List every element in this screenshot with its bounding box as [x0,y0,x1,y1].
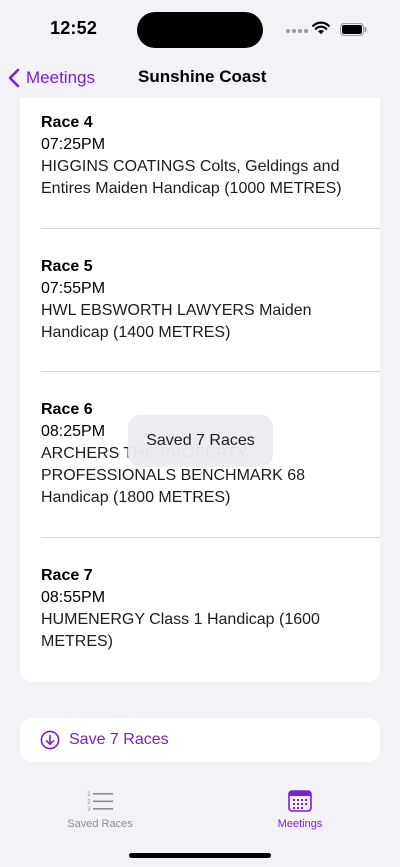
tab-meetings[interactable]: Meetings [250,790,350,830]
race-title: Race 7 [41,567,93,584]
svg-text:1: 1 [87,791,91,798]
race-name: HUMENERGY Class 1 Handicap (1600 METRES) [41,611,320,650]
race-name: HWL EBSWORTH LAWYERS Maiden Handicap (14… [41,302,312,341]
race-list: Race 4 07:25PM HIGGINS COATINGS Colts, G… [20,98,380,682]
race-list-item[interactable]: Race 7 08:55PM HUMENERGY Class 1 Handica… [41,565,380,653]
download-circle-icon [40,730,60,750]
status-time: 12:52 [50,18,98,38]
wifi-icon [312,21,330,35]
race-list-item[interactable]: Race 5 07:55PM HWL EBSWORTH LAWYERS Maid… [41,256,380,344]
divider [41,537,380,538]
save-races-label: Save 7 Races [69,731,169,748]
race-title: Race 5 [41,258,93,275]
chevron-left-icon [8,68,20,88]
status-bar: 12:52 [0,0,400,58]
cellular-signal-icon [286,29,308,35]
race-time: 08:55PM [41,589,106,606]
navigation-bar: Meetings Sunshine Coast [0,58,400,98]
toast-message: Saved 7 Races [128,415,273,467]
home-indicator [129,853,271,858]
tab-saved-races[interactable]: 1 2 3 Saved Races [50,790,150,830]
list-icon: 1 2 3 [87,791,113,812]
divider [41,371,380,372]
svg-text:3: 3 [87,806,91,812]
svg-text:2: 2 [87,799,91,806]
back-button-label: Meetings [26,68,95,87]
save-races-button[interactable]: Save 7 Races [20,718,380,762]
race-time: 07:25PM [41,136,106,153]
screen: 12:52 Meetings Sunshine Coast Race 4 07:… [0,0,400,867]
race-list-item[interactable]: Race 4 07:25PM HIGGINS COATINGS Colts, G… [41,112,380,200]
race-name: HIGGINS COATINGS Colts, Geldings and Ent… [41,158,342,197]
calendar-icon [288,790,312,812]
back-button[interactable]: Meetings [8,64,95,92]
dynamic-island [137,12,263,48]
divider [41,228,380,229]
race-title: Race 4 [41,114,93,131]
tab-label: Meetings [277,818,323,830]
battery-icon [340,23,367,36]
toast-text: Saved 7 Races [146,432,255,449]
tab-label: Saved Races [67,818,133,830]
race-time: 07:55PM [41,280,106,297]
page-title: Sunshine Coast [138,67,267,86]
